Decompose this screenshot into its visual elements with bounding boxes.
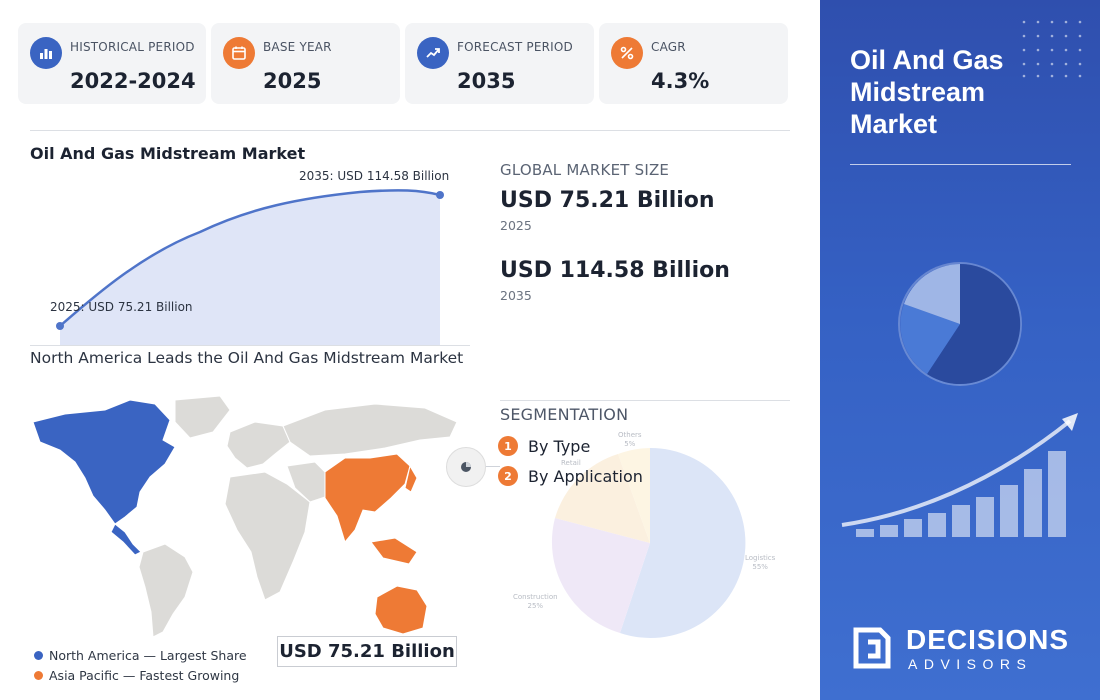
divider: [500, 400, 790, 401]
brand-logo-icon: [853, 627, 891, 669]
legend-dot: [34, 671, 43, 680]
panel-growth-illustration: [841, 413, 1078, 537]
brand-logo: DECISIONS ADVISORS: [850, 624, 1090, 678]
legend-label: Asia Pacific — Fastest Growing: [49, 668, 240, 683]
trend-start-label: 2025: USD 75.21 Billion: [50, 300, 193, 314]
map-title: North America Leads the Oil And Gas Mids…: [30, 349, 464, 367]
map-australia: [374, 585, 428, 635]
map-greenland: [174, 395, 231, 439]
stat-card-forecast-period: FORECAST PERIOD 2035: [405, 23, 594, 104]
panel-pie-illustration: [898, 262, 1022, 386]
pie-label-others: Others 5%: [618, 431, 642, 448]
bar-chart-icon: [30, 37, 62, 69]
segmentation-connector[interactable]: [446, 447, 486, 487]
trend-start-point: [56, 322, 64, 330]
segment-number: 1: [498, 436, 518, 456]
chart-baseline: [30, 345, 470, 346]
panel-title: Oil And Gas Midstream Market: [850, 45, 1004, 139]
pie-label-logistics: Logistics 55%: [745, 554, 776, 571]
brand-name-bottom: ADVISORS: [908, 656, 1033, 672]
segmentation-heading: SEGMENTATION: [500, 405, 629, 424]
trend-end-label: 2035: USD 114.58 Billion: [299, 169, 450, 183]
market-size-forecast-year: 2035: [500, 288, 532, 303]
map-russia: [282, 403, 458, 457]
world-map: [32, 395, 458, 638]
stat-value: 2035: [457, 69, 516, 93]
map-south-america: [138, 543, 194, 638]
trend-end-point: [436, 191, 444, 199]
segment-by-type[interactable]: 1 By Type: [498, 436, 590, 456]
map-north-america: [32, 399, 176, 525]
segment-label: By Type: [528, 436, 591, 456]
map-legend-asia-pacific: Asia Pacific — Fastest Growing: [34, 668, 239, 683]
stat-label: BASE YEAR: [263, 40, 332, 54]
trend-chart: [56, 189, 444, 345]
stat-label: CAGR: [651, 40, 686, 54]
legend-label: North America — Largest Share: [49, 648, 247, 663]
segment-number: 2: [498, 466, 518, 486]
map-asia-pacific: [324, 453, 411, 544]
segment-label: By Application: [528, 466, 643, 486]
stat-card-historical-period: HISTORICAL PERIOD 2022-2024: [18, 23, 206, 104]
brand-name-top: DECISIONS: [906, 624, 1070, 655]
legend-dot: [34, 651, 43, 660]
map-legend-north-america: North America — Largest Share: [34, 648, 247, 663]
map-value-box: USD 75.21 Billion: [277, 636, 457, 667]
market-size-current-value: USD 75.21 Billion: [500, 188, 715, 213]
stat-card-cagr: CAGR 4.3%: [599, 23, 788, 104]
stat-label: FORECAST PERIOD: [457, 40, 573, 54]
side-panel: Oil And Gas Midstream Market DECISIONS A…: [820, 0, 1100, 700]
trend-up-icon: [417, 37, 449, 69]
stat-value: 2022-2024: [70, 69, 196, 93]
panel-divider: [850, 164, 1071, 165]
market-size-forecast-value: USD 114.58 Billion: [500, 258, 730, 283]
calendar-icon: [223, 37, 255, 69]
market-size-heading: GLOBAL MARKET SIZE: [500, 161, 670, 179]
map-africa: [224, 471, 311, 601]
pie-mini-icon: [461, 462, 471, 472]
segment-by-application[interactable]: 2 By Application: [498, 466, 643, 486]
stat-value: 4.3%: [651, 69, 710, 93]
stat-label: HISTORICAL PERIOD: [70, 40, 195, 54]
divider: [30, 130, 790, 131]
stat-card-base-year: BASE YEAR 2025: [211, 23, 400, 104]
stat-value: 2025: [263, 69, 322, 93]
market-size-current-year: 2025: [500, 218, 532, 233]
map-central-america: [110, 523, 142, 556]
map-southeast-asia: [370, 537, 418, 565]
map-europe: [226, 421, 291, 469]
pie-label-construction: Construction 25%: [513, 593, 558, 610]
percent-icon: [611, 37, 643, 69]
